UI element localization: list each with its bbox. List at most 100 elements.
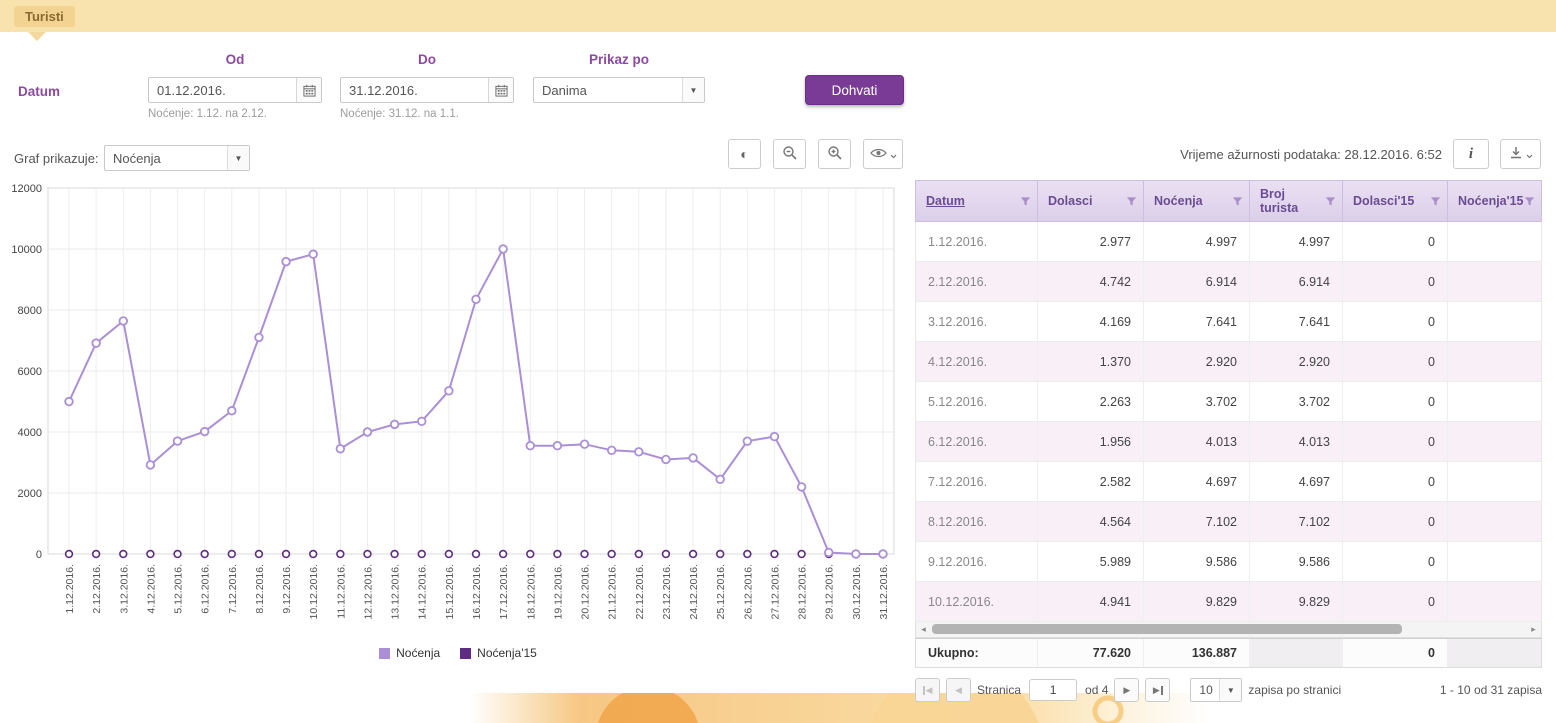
per-page-label: zapisa po stranici <box>1248 683 1341 697</box>
prev-page-button[interactable]: ◀ <box>946 678 971 702</box>
date-from-input[interactable] <box>149 78 296 102</box>
cell-datum: 2.12.2016. <box>916 262 1038 301</box>
cell-value <box>1448 382 1541 421</box>
chevron-down-icon: ▼ <box>682 78 704 102</box>
cell-value: 4.564 <box>1038 502 1144 541</box>
calendar-icon[interactable] <box>296 78 321 102</box>
svg-text:6000: 6000 <box>18 366 42 378</box>
graf-select[interactable]: Noćenja ▼ <box>104 145 250 171</box>
line-chart[interactable]: 0200040006000800010000120001.12.2016.2.1… <box>8 182 908 634</box>
cell-value: 0 <box>1343 542 1448 581</box>
svg-text:16.12.2016.: 16.12.2016. <box>471 564 483 619</box>
svg-text:20.12.2016.: 20.12.2016. <box>580 564 592 619</box>
cell-value: 2.263 <box>1038 382 1144 421</box>
column-header[interactable]: Noćenja <box>1144 181 1250 221</box>
totals-row: Ukupno:77.620136.8870 <box>915 638 1542 668</box>
last-page-button[interactable]: ▶ <box>1145 678 1170 702</box>
page-size-select[interactable]: 10 ▼ <box>1190 678 1242 702</box>
dohvati-button[interactable]: Dohvati <box>805 75 904 105</box>
column-header[interactable]: Dolasci <box>1038 181 1144 221</box>
svg-text:25.12.2016.: 25.12.2016. <box>715 564 727 619</box>
table-row[interactable]: 5.12.2016.2.2633.7023.7020 <box>916 382 1541 422</box>
cell-datum: 3.12.2016. <box>916 302 1038 341</box>
cell-value: 2.920 <box>1144 342 1250 381</box>
zoom-in-button[interactable] <box>818 139 851 169</box>
tab-turisti[interactable]: Turisti <box>14 6 75 27</box>
svg-text:11.12.2016.: 11.12.2016. <box>335 564 347 619</box>
graf-select-value: Noćenja <box>105 151 227 166</box>
svg-text:21.12.2016.: 21.12.2016. <box>607 564 619 619</box>
legend-swatch <box>379 648 390 659</box>
first-page-button[interactable]: ◀ <box>915 678 940 702</box>
topbar: Turisti <box>0 0 1556 32</box>
svg-text:31.12.2016.: 31.12.2016. <box>878 564 890 619</box>
chart-toolbar: ◐ <box>728 139 903 169</box>
table-row[interactable]: 6.12.2016.1.9564.0134.0130 <box>916 422 1541 462</box>
export-button[interactable] <box>1500 139 1541 169</box>
svg-text:14.12.2016.: 14.12.2016. <box>417 564 429 619</box>
table-row[interactable]: 7.12.2016.2.5824.6974.6970 <box>916 462 1541 502</box>
filter-icon[interactable] <box>1020 196 1031 207</box>
cell-value: 1.956 <box>1038 422 1144 461</box>
svg-text:0: 0 <box>36 549 42 561</box>
cell-value <box>1448 342 1541 381</box>
cell-value: 4.742 <box>1038 262 1144 301</box>
data-freshness-label: Vrijeme ažurnosti podataka: 28.12.2016. … <box>1180 147 1442 162</box>
scroll-left-arrow[interactable]: ◂ <box>916 622 931 636</box>
toggle-icon: ◐ <box>740 146 748 162</box>
info-button[interactable]: i <box>1453 139 1489 169</box>
calendar-icon[interactable] <box>488 78 513 102</box>
filter-icon[interactable] <box>1430 196 1441 207</box>
data-grid: Datum Dolasci NoćenjaBroj turista Dolasci'1… <box>915 180 1542 668</box>
svg-text:9.12.2016.: 9.12.2016. <box>281 564 293 614</box>
cell-value <box>1448 302 1541 341</box>
scroll-right-arrow[interactable]: ▸ <box>1526 622 1541 636</box>
cell-value: 7.641 <box>1144 302 1250 341</box>
column-header[interactable]: Broj turista <box>1250 181 1343 221</box>
column-header-label: Datum <box>926 194 965 208</box>
od-note: Noćenje: 1.12. na 2.12. <box>148 108 322 120</box>
visibility-button[interactable] <box>863 139 903 169</box>
legend-item[interactable]: Noćenja <box>379 646 440 660</box>
filter-icon[interactable] <box>1126 196 1137 207</box>
table-row[interactable]: 9.12.2016.5.9899.5869.5860 <box>916 542 1541 582</box>
column-header[interactable]: Datum <box>916 181 1038 221</box>
totals-value <box>1250 639 1343 667</box>
page-number-input[interactable] <box>1029 679 1077 701</box>
svg-text:30.12.2016.: 30.12.2016. <box>851 564 863 619</box>
toggle-series-button[interactable]: ◐ <box>728 139 761 169</box>
legend-item[interactable]: Noćenja'15 <box>460 646 537 660</box>
next-page-button[interactable]: ▶ <box>1114 678 1139 702</box>
zoom-out-button[interactable] <box>773 139 806 169</box>
svg-text:1.12.2016.: 1.12.2016. <box>64 564 76 614</box>
cell-value: 3.702 <box>1250 382 1343 421</box>
horizontal-scrollbar[interactable]: ◂ ▸ <box>915 622 1542 638</box>
filter-icon[interactable] <box>1232 196 1243 207</box>
column-header[interactable]: Dolasci'15 <box>1343 181 1448 221</box>
cell-value: 3.702 <box>1144 382 1250 421</box>
date-to-input[interactable] <box>341 78 488 102</box>
table-row[interactable]: 1.12.2016.2.9774.9974.9970 <box>916 222 1541 262</box>
column-header[interactable]: Noćenja'15 <box>1448 181 1541 221</box>
scroll-thumb[interactable] <box>932 624 1402 634</box>
cell-value: 6.914 <box>1250 262 1343 301</box>
column-header-label: Dolasci <box>1048 194 1092 208</box>
cell-value: 0 <box>1343 302 1448 341</box>
filter-icon[interactable] <box>1325 196 1336 207</box>
prikaz-po-select[interactable]: Danima ▼ <box>533 77 705 103</box>
cell-value: 7.641 <box>1250 302 1343 341</box>
table-row[interactable]: 4.12.2016.1.3702.9202.9200 <box>916 342 1541 382</box>
table-row[interactable]: 10.12.2016.4.9419.8299.8290 <box>916 582 1541 622</box>
pagination: ◀ ◀ Stranica od 4 ▶ ▶ 10 ▼ zapisa po str… <box>915 678 1542 702</box>
column-header-label: Dolasci'15 <box>1353 194 1414 208</box>
cell-value: 0 <box>1343 342 1448 381</box>
table-row[interactable]: 8.12.2016.4.5647.1027.1020 <box>916 502 1541 542</box>
table-row[interactable]: 3.12.2016.4.1697.6417.6410 <box>916 302 1541 342</box>
prikaz-po-label: Prikaz po <box>533 52 705 67</box>
zoom-in-icon <box>827 145 843 164</box>
chart-legend: Noćenja Noćenja'15 <box>8 646 908 660</box>
table-row[interactable]: 2.12.2016.4.7426.9146.9140 <box>916 262 1541 302</box>
graf-prikazuje-label: Graf prikazuje: <box>14 151 99 166</box>
filter-icon[interactable] <box>1524 196 1535 207</box>
cell-value: 4.941 <box>1038 582 1144 621</box>
